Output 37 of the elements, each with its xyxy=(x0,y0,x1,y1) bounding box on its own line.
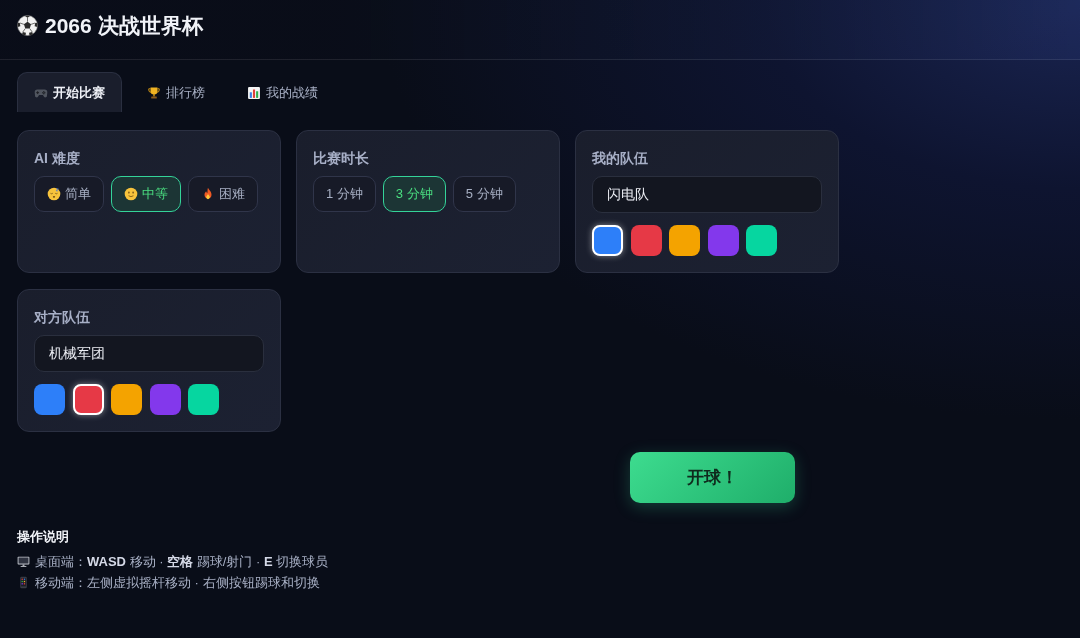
section-label: 比赛时长 xyxy=(313,149,370,168)
color-swatch-icon[interactable] xyxy=(630,225,662,256)
duration-option[interactable]: 5 分钟 xyxy=(452,176,516,212)
phone-icon xyxy=(17,576,30,589)
difficulty-option[interactable]: 简单 xyxy=(34,176,104,212)
difficulty-option[interactable]: 困难 xyxy=(188,176,258,212)
section-label: 对方队伍 xyxy=(34,308,91,327)
team-name-field[interactable]: 闪电队 xyxy=(592,176,822,213)
instruction-text: 移动端：左侧虚拟摇杆移动 · 右侧按钮踢球和切换 xyxy=(35,574,320,592)
color-swatch-icon[interactable] xyxy=(188,384,219,415)
color-swatch-icon[interactable] xyxy=(111,384,142,415)
instructions-title: 操作说明 xyxy=(17,529,70,545)
start-button[interactable]: 开球！ xyxy=(629,452,795,503)
trophy-icon xyxy=(147,85,161,100)
instruction-text: 桌面端：WASD 移动 · 空格 踢球/射门 · E 切换球员 xyxy=(35,553,329,571)
section-label: AI 难度 xyxy=(34,149,81,168)
color-swatch-icon[interactable] xyxy=(669,225,700,256)
app-title: 2066 决战世界杯 xyxy=(45,14,203,38)
tab[interactable]: 我的战绩 xyxy=(230,72,335,112)
difficulty-option[interactable]: 中等 xyxy=(111,176,181,212)
color-swatch-icon[interactable] xyxy=(746,225,777,256)
monitor-icon xyxy=(17,555,30,568)
color-swatch-icon[interactable] xyxy=(34,384,65,415)
sleepy-face-icon xyxy=(47,187,61,201)
smiling-face-icon xyxy=(124,187,138,201)
section-label: 我的队伍 xyxy=(592,149,649,168)
color-swatch-icon[interactable] xyxy=(72,384,104,415)
soccer-ball-icon xyxy=(17,15,38,36)
color-swatch-icon[interactable] xyxy=(707,225,739,256)
color-swatch-icon[interactable] xyxy=(592,225,623,256)
duration-option[interactable]: 1 分钟 xyxy=(313,176,376,212)
tab[interactable]: 开始比赛 xyxy=(17,72,122,112)
bar-chart-icon xyxy=(247,85,261,100)
duration-option[interactable]: 3 分钟 xyxy=(382,176,446,212)
team-name-field[interactable]: 机械军团 xyxy=(34,335,264,372)
color-swatch-icon[interactable] xyxy=(149,384,181,415)
tab[interactable]: 排行榜 xyxy=(130,72,222,112)
